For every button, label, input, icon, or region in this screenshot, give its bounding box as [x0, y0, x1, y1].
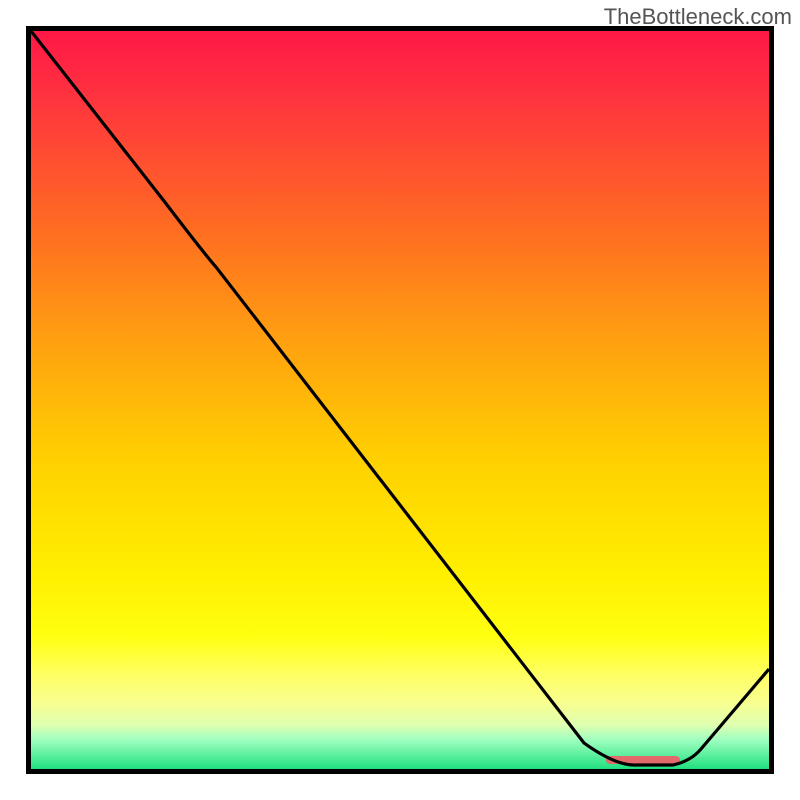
watermark-text: TheBottleneck.com [604, 4, 792, 30]
chart-svg [31, 31, 769, 769]
chart-line [31, 31, 769, 765]
chart-area [26, 26, 774, 774]
